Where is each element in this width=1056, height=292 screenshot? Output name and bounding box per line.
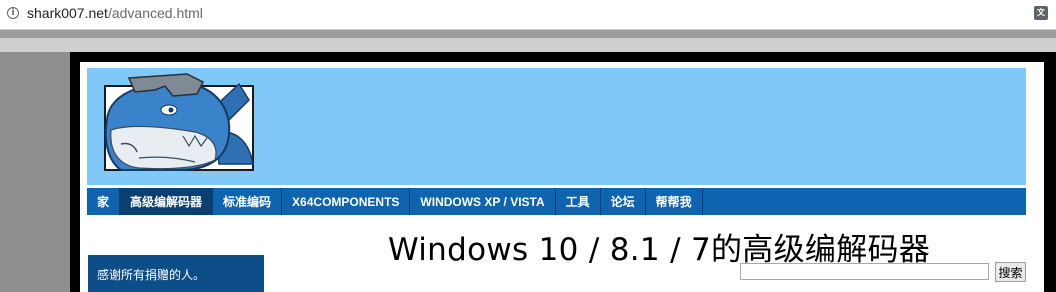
nav-item-forum[interactable]: 论坛 (601, 188, 646, 215)
nav-item-windows-xp-vista[interactable]: WINDOWS XP / VISTA (410, 188, 556, 215)
nav-item-help[interactable]: 帮帮我 (646, 188, 703, 215)
translate-icon[interactable]: 文 (1034, 6, 1048, 20)
url-path: /advanced.html (107, 5, 203, 21)
main-nav: 家 高级编解码器 标准编码 X64COMPONENTS WINDOWS XP /… (87, 188, 1026, 215)
shark-logo[interactable] (99, 72, 259, 174)
page-strip (0, 38, 1056, 52)
nav-item-tools[interactable]: 工具 (556, 188, 601, 215)
nav-item-advanced-codecs[interactable]: 高级编解码器 (120, 188, 214, 215)
sidebar-donors-box: 感谢所有捐赠的人。 (88, 255, 264, 292)
search-input[interactable] (740, 263, 989, 280)
url-text[interactable]: shark007.net/advanced.html (27, 5, 203, 21)
nav-item-standard-codecs[interactable]: 标准编码 (213, 188, 283, 215)
info-icon[interactable]: i (7, 7, 19, 19)
sidebar-donors-text: 感谢所有捐赠的人。 (97, 268, 206, 282)
nav-item-home[interactable]: 家 (87, 188, 121, 215)
url-host: shark007.net (27, 5, 108, 21)
nav-item-x64components[interactable]: X64COMPONENTS (282, 188, 411, 215)
search-button[interactable]: 搜索 (995, 262, 1026, 282)
page-margin (0, 30, 1056, 38)
address-bar[interactable]: i shark007.net/advanced.html 文 (0, 0, 1056, 30)
